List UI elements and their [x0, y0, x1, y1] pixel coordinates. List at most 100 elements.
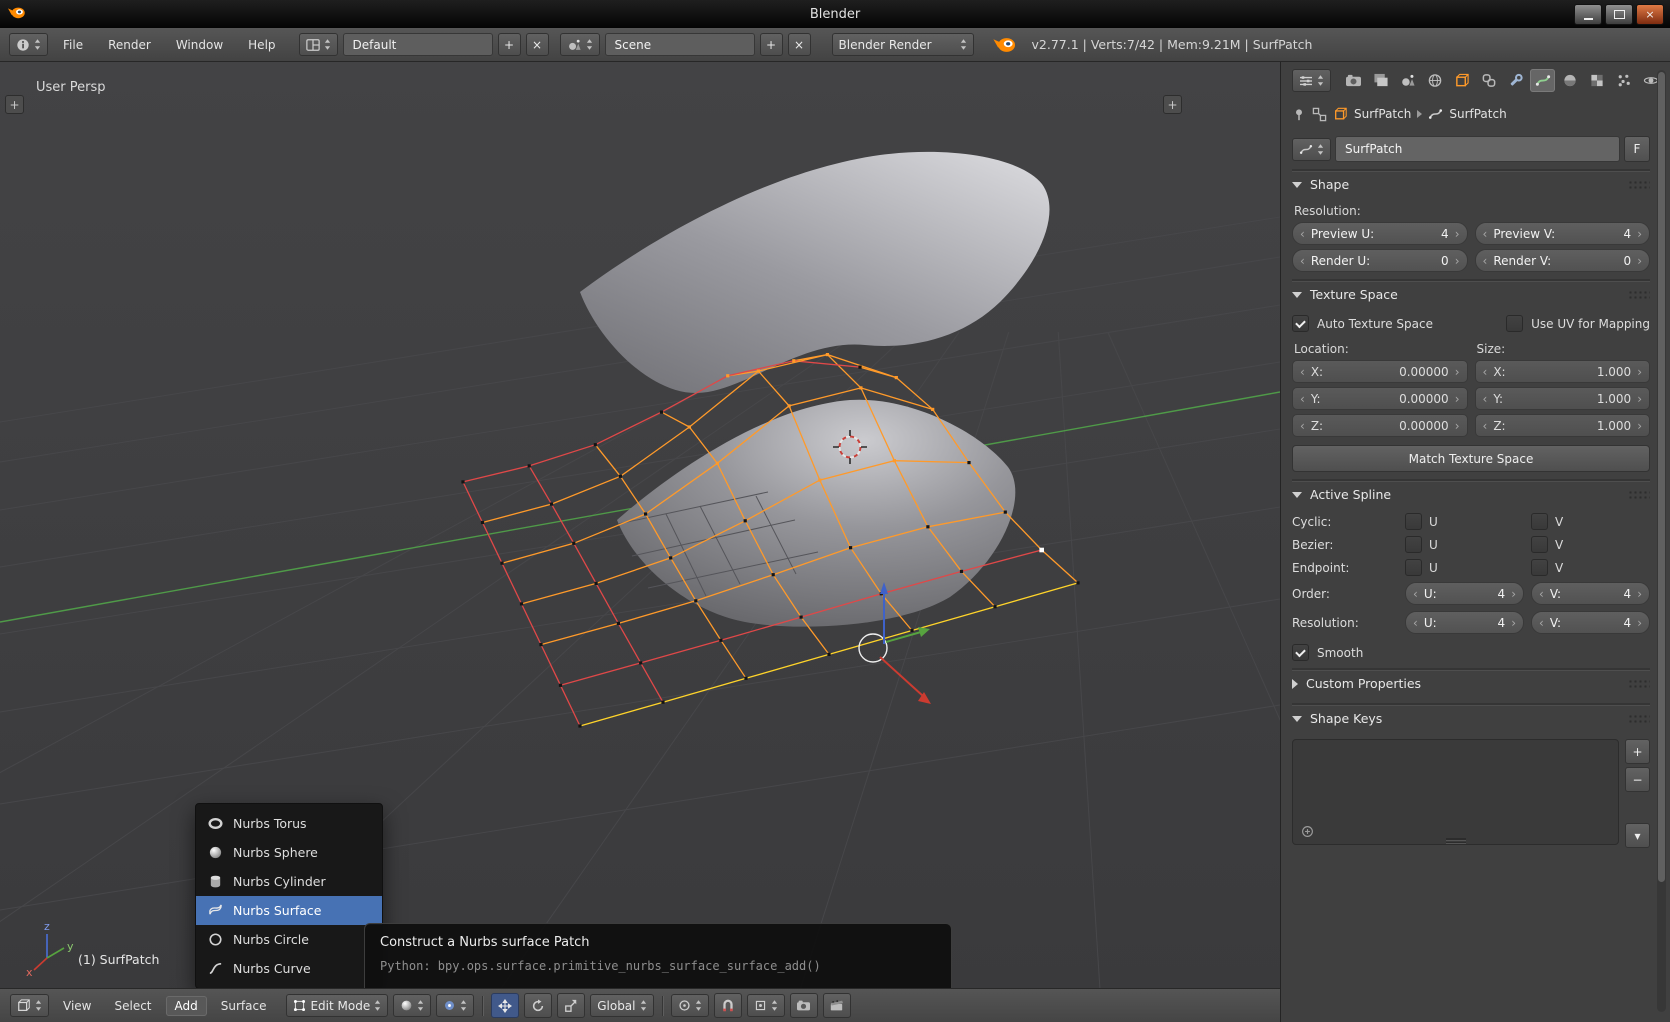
minimize-button[interactable]: [1574, 4, 1602, 25]
increment-icon[interactable]: ›: [1511, 588, 1516, 600]
bezier-u-checkbox[interactable]: [1405, 536, 1422, 553]
match-texture-space-button[interactable]: Match Texture Space: [1292, 445, 1650, 472]
tab-object-data[interactable]: [1530, 69, 1555, 92]
decrement-icon[interactable]: ‹: [1413, 588, 1418, 600]
panel-grip-icon[interactable]: [1628, 490, 1650, 500]
surface-menu[interactable]: Surface: [212, 996, 276, 1016]
tab-modifiers[interactable]: [1503, 69, 1528, 92]
tab-material[interactable]: [1557, 69, 1582, 92]
add-screen-layout-button[interactable]: +: [498, 33, 521, 56]
file-menu[interactable]: File: [53, 35, 93, 55]
manipulator-scale-button[interactable]: [557, 993, 585, 1018]
panel-header-shape-keys[interactable]: Shape Keys: [1292, 705, 1650, 731]
menu-item-nurbs-surface[interactable]: Nurbs Surface: [196, 896, 382, 925]
snap-element-dropdown[interactable]: [747, 994, 785, 1017]
increment-icon[interactable]: ›: [1511, 617, 1516, 629]
add-menu-button[interactable]: Add: [166, 996, 207, 1016]
tab-scene[interactable]: [1395, 69, 1420, 92]
resolution-v-field[interactable]: ‹ V: 4 ›: [1531, 611, 1650, 634]
tab-object[interactable]: [1449, 69, 1474, 92]
increment-icon[interactable]: ›: [1637, 420, 1642, 432]
pivot-center-dropdown[interactable]: [436, 994, 474, 1017]
3d-viewport[interactable]: User Persp + + (1) SurfPatch z y x Nurbs…: [0, 62, 1280, 1022]
increment-icon[interactable]: ›: [1637, 393, 1642, 405]
manipulator-rotate-button[interactable]: [524, 993, 552, 1018]
menu-item-nurbs-circle[interactable]: Nurbs Circle: [196, 925, 382, 954]
opengl-render-button[interactable]: [790, 993, 818, 1018]
increment-icon[interactable]: ›: [1637, 617, 1642, 629]
menu-item-nurbs-cylinder[interactable]: Nurbs Cylinder: [196, 867, 382, 896]
auto-texture-space-checkbox[interactable]: [1292, 315, 1309, 332]
texspace-size-x-field[interactable]: ‹ X: 1.000 ›: [1475, 360, 1651, 383]
remove-shape-key-button[interactable]: −: [1625, 767, 1650, 792]
panel-grip-icon[interactable]: [1628, 679, 1650, 689]
shape-key-specials-button[interactable]: ▾: [1625, 823, 1650, 848]
texspace-size-y-field[interactable]: ‹ Y: 1.000 ›: [1475, 387, 1651, 410]
decrement-icon[interactable]: ‹: [1539, 588, 1544, 600]
texspace-location-y-field[interactable]: ‹ Y: 0.00000 ›: [1292, 387, 1468, 410]
tab-render-layers[interactable]: [1368, 69, 1393, 92]
panel-grip-icon[interactable]: [1628, 290, 1650, 300]
increment-icon[interactable]: ›: [1637, 588, 1642, 600]
nurbs-edit-surface[interactable]: [617, 400, 1015, 627]
mode-dropdown[interactable]: Edit Mode: [286, 994, 388, 1017]
render-engine-dropdown[interactable]: Blender Render: [832, 33, 974, 56]
view-menu[interactable]: View: [54, 996, 100, 1016]
bezier-v-checkbox[interactable]: [1531, 536, 1548, 553]
panel-grip-icon[interactable]: [1628, 180, 1650, 190]
tab-particles[interactable]: [1611, 69, 1636, 92]
menu-item-nurbs-torus[interactable]: Nurbs Torus: [196, 809, 382, 838]
panel-header-shape[interactable]: Shape: [1292, 171, 1650, 197]
datablock-icon[interactable]: [1312, 107, 1327, 122]
render-u-field[interactable]: ‹ Render U: 0 ›: [1292, 249, 1468, 272]
increment-icon[interactable]: ›: [1455, 366, 1460, 378]
menu-item-nurbs-sphere[interactable]: Nurbs Sphere: [196, 838, 382, 867]
tab-constraints[interactable]: [1476, 69, 1501, 92]
menu-item-nurbs-curve[interactable]: Nurbs Curve: [196, 954, 382, 983]
panel-header-texture-space[interactable]: Texture Space: [1292, 281, 1650, 307]
breadcrumb-object-name[interactable]: SurfPatch: [1354, 107, 1411, 121]
decrement-icon[interactable]: ‹: [1300, 228, 1305, 240]
window-menu[interactable]: Window: [166, 35, 233, 55]
add-shape-key-button[interactable]: +: [1625, 739, 1650, 764]
decrement-icon[interactable]: ‹: [1539, 617, 1544, 629]
proportional-editing-dropdown[interactable]: [671, 994, 709, 1017]
editor-type-button-properties[interactable]: [1292, 69, 1331, 92]
properties-scrollbar[interactable]: [1657, 70, 1666, 1012]
viewport-shading-dropdown[interactable]: [393, 994, 431, 1017]
smooth-checkbox[interactable]: [1292, 644, 1309, 661]
scene-type-button[interactable]: [560, 33, 600, 56]
region-expand-tab-right[interactable]: +: [1163, 95, 1182, 114]
editor-type-button-3dview[interactable]: [10, 994, 49, 1017]
editor-type-button-info[interactable]: [9, 33, 48, 56]
texspace-location-z-field[interactable]: ‹ Z: 0.00000 ›: [1292, 414, 1468, 437]
list-resize-grip[interactable]: [1446, 836, 1466, 845]
render-menu[interactable]: Render: [98, 35, 161, 55]
decrement-icon[interactable]: ‹: [1413, 617, 1418, 629]
select-menu[interactable]: Select: [105, 996, 160, 1016]
manipulator-translate-button[interactable]: [491, 993, 519, 1018]
increment-icon[interactable]: ›: [1455, 255, 1460, 267]
3d-scene[interactable]: [0, 62, 1280, 988]
shape-keys-list[interactable]: [1292, 739, 1619, 845]
decrement-icon[interactable]: ‹: [1483, 366, 1488, 378]
increment-icon[interactable]: ›: [1637, 228, 1642, 240]
increment-icon[interactable]: ›: [1637, 255, 1642, 267]
panel-grip-icon[interactable]: [1628, 714, 1650, 724]
decrement-icon[interactable]: ‹: [1483, 420, 1488, 432]
increment-icon[interactable]: ›: [1455, 420, 1460, 432]
close-button[interactable]: ×: [1636, 4, 1664, 25]
decrement-icon[interactable]: ‹: [1483, 255, 1488, 267]
panel-header-custom-properties[interactable]: Custom Properties: [1292, 670, 1650, 696]
orientation-dropdown[interactable]: Global: [590, 994, 653, 1017]
endpoint-v-checkbox[interactable]: [1531, 559, 1548, 576]
use-uv-for-mapping-checkbox[interactable]: [1506, 315, 1523, 332]
panel-header-active-spline[interactable]: Active Spline: [1292, 481, 1650, 507]
pin-icon[interactable]: [1292, 107, 1306, 122]
delete-scene-button[interactable]: ×: [788, 33, 811, 56]
cyclic-u-checkbox[interactable]: [1405, 513, 1422, 530]
decrement-icon[interactable]: ‹: [1300, 393, 1305, 405]
increment-icon[interactable]: ›: [1637, 366, 1642, 378]
maximize-button[interactable]: [1605, 4, 1633, 25]
decrement-icon[interactable]: ‹: [1300, 420, 1305, 432]
